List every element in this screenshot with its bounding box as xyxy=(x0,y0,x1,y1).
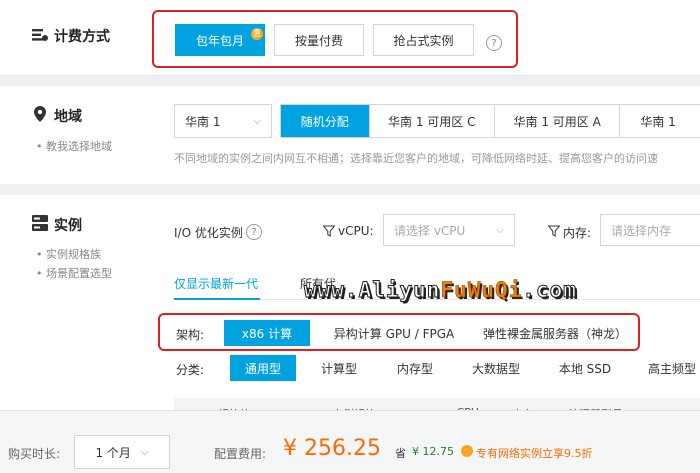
category-general[interactable]: 通用型 xyxy=(230,355,296,381)
zone-random[interactable]: 随机分配 xyxy=(281,105,369,137)
instance-family-link[interactable]: • 实例规格族 xyxy=(36,246,101,262)
filter-icon xyxy=(322,225,336,240)
instance-icon xyxy=(32,215,48,234)
zone-a[interactable]: 华南 1 可用区 A xyxy=(493,105,619,137)
zone-more[interactable]: 华南 1 xyxy=(619,105,700,137)
zone-c[interactable]: 华南 1 可用区 C xyxy=(368,105,494,137)
region-title: 地域 xyxy=(54,109,82,125)
duration-select[interactable]: 1 个月 ⌵ xyxy=(74,435,170,469)
promo-text[interactable]: 专有网络实例立享9.5折 xyxy=(476,445,593,461)
discount-badge: 惠 xyxy=(251,28,263,40)
chevron-down-icon: ⌵ xyxy=(140,446,149,458)
region-note: 不同地域的实例之间内网互不相通；选择靠近您客户的地域，可降低网络时延、提高您客户… xyxy=(174,152,658,165)
category-label: 分类: xyxy=(176,363,205,377)
scenario-config-link[interactable]: • 场景配置选型 xyxy=(36,265,112,281)
active-tab-indicator xyxy=(174,298,260,300)
region-panel: 地域 • 教我选择地域 华南 1 ⌵ 随机分配 华南 1 可用区 C 华南 1 … xyxy=(0,86,700,184)
category-memory[interactable]: 内存型 xyxy=(382,355,448,381)
memory-select[interactable]: 请选择内存 xyxy=(600,214,700,246)
savings-amount: ¥ 12.75 xyxy=(412,445,454,458)
region-guide-link[interactable]: • 教我选择地域 xyxy=(36,138,112,154)
cost-label: 配置费用: xyxy=(214,447,267,461)
total-price: ¥ 256.25 xyxy=(283,436,381,461)
vcpu-label: vCPU: xyxy=(338,224,374,238)
architecture-label: 架构: xyxy=(176,328,205,342)
billing-help-icon[interactable]: ? xyxy=(486,35,502,51)
category-local-ssd[interactable]: 本地 SSD xyxy=(546,355,624,381)
watermark: www.AliyunFuWuQi.com xyxy=(303,278,577,303)
memory-label: 内存: xyxy=(563,226,592,240)
billing-option-preemptible[interactable]: 抢占式实例 xyxy=(373,24,474,56)
category-compute[interactable]: 计算型 xyxy=(306,355,372,381)
billing-option-subscription[interactable]: 包年包月 xyxy=(175,24,265,56)
arch-bare-metal[interactable]: 弹性裸金属服务器（神龙） xyxy=(480,320,630,346)
billing-icon xyxy=(32,28,48,45)
vcpu-select[interactable]: 请选择 vCPU ⌵ xyxy=(383,214,515,246)
location-pin-icon xyxy=(34,106,46,125)
zone-group: 随机分配 华南 1 可用区 C 华南 1 可用区 A 华南 1 xyxy=(280,104,700,138)
category-high-frequency[interactable]: 高主频型 xyxy=(636,355,700,381)
duration-label: 购买时长: xyxy=(8,447,61,461)
category-big-data[interactable]: 大数据型 xyxy=(458,355,534,381)
promo-coin-icon xyxy=(461,445,473,457)
region-select[interactable]: 华南 1 ⌵ xyxy=(174,104,272,138)
io-optimized-label: I/O 优化实例 xyxy=(174,226,243,240)
billing-panel: 计费方式 包年包月 惠 按量付费 抢占式实例 ? xyxy=(0,0,700,76)
savings-prefix: 省 xyxy=(395,447,406,460)
arch-gpu-fpga[interactable]: 异构计算 GPU / FPGA xyxy=(320,320,468,346)
chevron-down-icon: ⌵ xyxy=(253,115,261,127)
chevron-down-icon: ⌵ xyxy=(496,224,504,236)
filter-icon xyxy=(547,225,561,240)
billing-option-pay-as-you-go[interactable]: 按量付费 xyxy=(274,24,364,56)
footer-bar: 购买时长: 1 个月 ⌵ 配置费用: ¥ 256.25 省 ¥ 12.75 专有… xyxy=(0,410,700,473)
billing-title: 计费方式 xyxy=(54,29,110,45)
tab-latest-generation[interactable]: 仅显示最新一代 xyxy=(174,275,258,292)
instance-title: 实例 xyxy=(54,218,82,234)
arch-x86[interactable]: x86 计算 xyxy=(224,320,310,346)
io-help-icon[interactable]: ? xyxy=(246,224,262,240)
